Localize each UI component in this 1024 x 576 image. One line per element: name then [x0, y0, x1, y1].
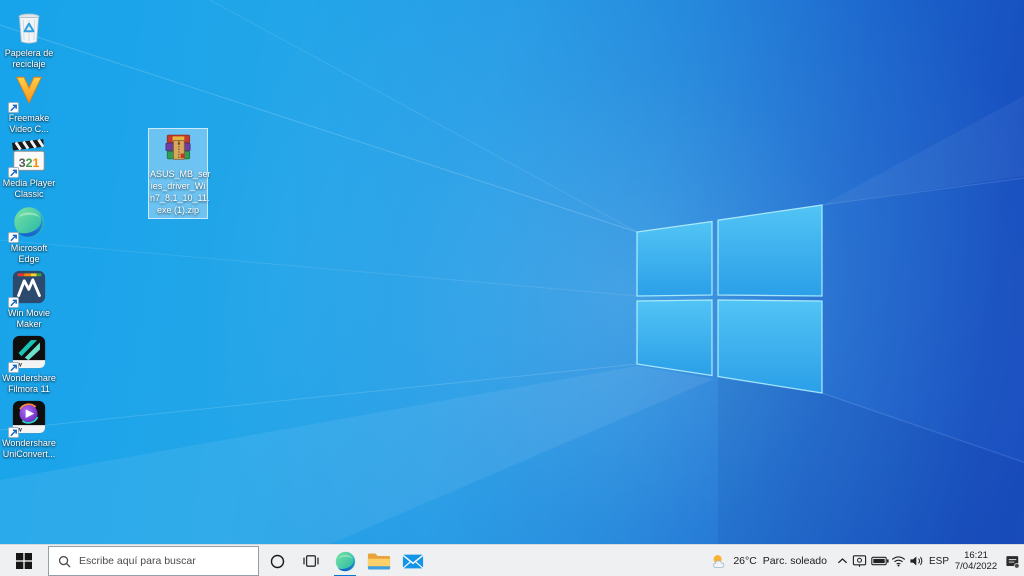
media-player-classic-icon: 321 [8, 138, 48, 178]
desktop-wallpaper [0, 0, 1024, 544]
language-code: ESP [928, 555, 949, 567]
mail-icon [402, 554, 424, 568]
action-center-button[interactable] [1000, 545, 1024, 576]
taskbar: 26°C Parc. soleado [0, 544, 1024, 576]
battery-tray-button[interactable] [869, 545, 890, 576]
desktop-icon-filmora[interactable]: w Wondershare Filmora 11 [0, 333, 58, 395]
wifi-tray-button[interactable] [890, 545, 907, 576]
desktop-icon-label: Papelera de reciclaje [4, 48, 54, 69]
file-label-line: n7_8.1_10_11. [150, 193, 210, 203]
cortana-icon [270, 554, 284, 568]
desktop-icon-uniconverter[interactable]: w Wondershare UniConvert... [0, 398, 58, 460]
clock-date: 7/04/2022 [954, 561, 998, 572]
partly-sunny-icon [713, 555, 725, 568]
display-icon [852, 555, 867, 567]
shortcut-arrow-icon [8, 102, 19, 113]
weather-widget[interactable]: 26°C Parc. soleado [704, 545, 834, 576]
file-label-line: ies_driver_Wi [150, 181, 206, 191]
shortcut-arrow-icon [8, 297, 19, 308]
edge-taskbar-button[interactable] [328, 545, 362, 576]
svg-text:321: 321 [19, 156, 40, 170]
shortcut-arrow-icon [8, 232, 19, 243]
file-explorer-button[interactable] [362, 545, 396, 576]
volume-tray-button[interactable] [907, 545, 926, 576]
system-tray: 26°C Parc. soleado ESP 16:21 7/04/2022 [704, 545, 1024, 576]
taskbar-search-box[interactable] [48, 546, 259, 576]
desktop-icon-microsoft-edge[interactable]: Microsoft Edge [0, 203, 58, 265]
freemake-icon [8, 73, 48, 113]
shortcut-arrow-icon [8, 427, 19, 438]
weather-temperature: 26°C [733, 555, 757, 567]
desktop-icon-freemake[interactable]: Freemake Video C... [0, 73, 58, 135]
battery-icon [870, 556, 889, 566]
language-indicator[interactable]: ESP [926, 545, 952, 576]
uniconverter-icon: w [8, 398, 48, 438]
search-icon [58, 555, 71, 568]
cortana-button[interactable] [260, 545, 294, 576]
edge-icon [335, 551, 355, 571]
file-explorer-icon [367, 553, 391, 569]
desktop-icon-media-player-classic[interactable]: 321 Media Player Classic [0, 138, 58, 200]
task-view-icon [303, 555, 319, 567]
file-label-line: ASUS_MB_ser [150, 169, 211, 179]
display-tray-button[interactable] [850, 545, 869, 576]
start-button[interactable] [0, 545, 48, 576]
show-hidden-icons-button[interactable] [834, 545, 850, 576]
weather-condition: Parc. soleado [762, 555, 827, 567]
win-movie-maker-icon [8, 268, 48, 308]
search-input[interactable] [79, 555, 249, 567]
shortcut-arrow-icon [8, 362, 19, 373]
chevron-up-icon [837, 558, 847, 564]
clock[interactable]: 16:21 7/04/2022 [952, 545, 1000, 576]
filmora-icon: w [8, 333, 48, 373]
file-label-line: exe (1).zip [156, 205, 200, 215]
windows-desktop: Papelera de reciclaje Freemake Video C..… [0, 0, 1024, 576]
desktop-icon-win-movie-maker[interactable]: Win Movie Maker [0, 268, 58, 330]
clock-time: 16:21 [964, 550, 988, 561]
desktop-file-winrar-zip[interactable]: ASUS_MB_ser ies_driver_Wi n7_8.1_10_11. … [148, 128, 211, 219]
edge-icon [8, 203, 48, 243]
action-center-icon [1005, 555, 1020, 569]
mail-button[interactable] [396, 545, 430, 576]
windows-logo-wallpaper [0, 0, 1024, 544]
windows-logo [636, 204, 823, 394]
desktop-icon-recycle-bin[interactable]: Papelera de reciclaje [0, 8, 58, 70]
shortcut-arrow-icon [8, 167, 19, 178]
windows-logo-icon [16, 553, 32, 569]
volume-icon [910, 556, 923, 566]
recycle-bin-icon [10, 8, 48, 46]
winrar-archive-icon [160, 131, 196, 167]
task-view-button[interactable] [294, 545, 328, 576]
wifi-icon [891, 556, 906, 567]
